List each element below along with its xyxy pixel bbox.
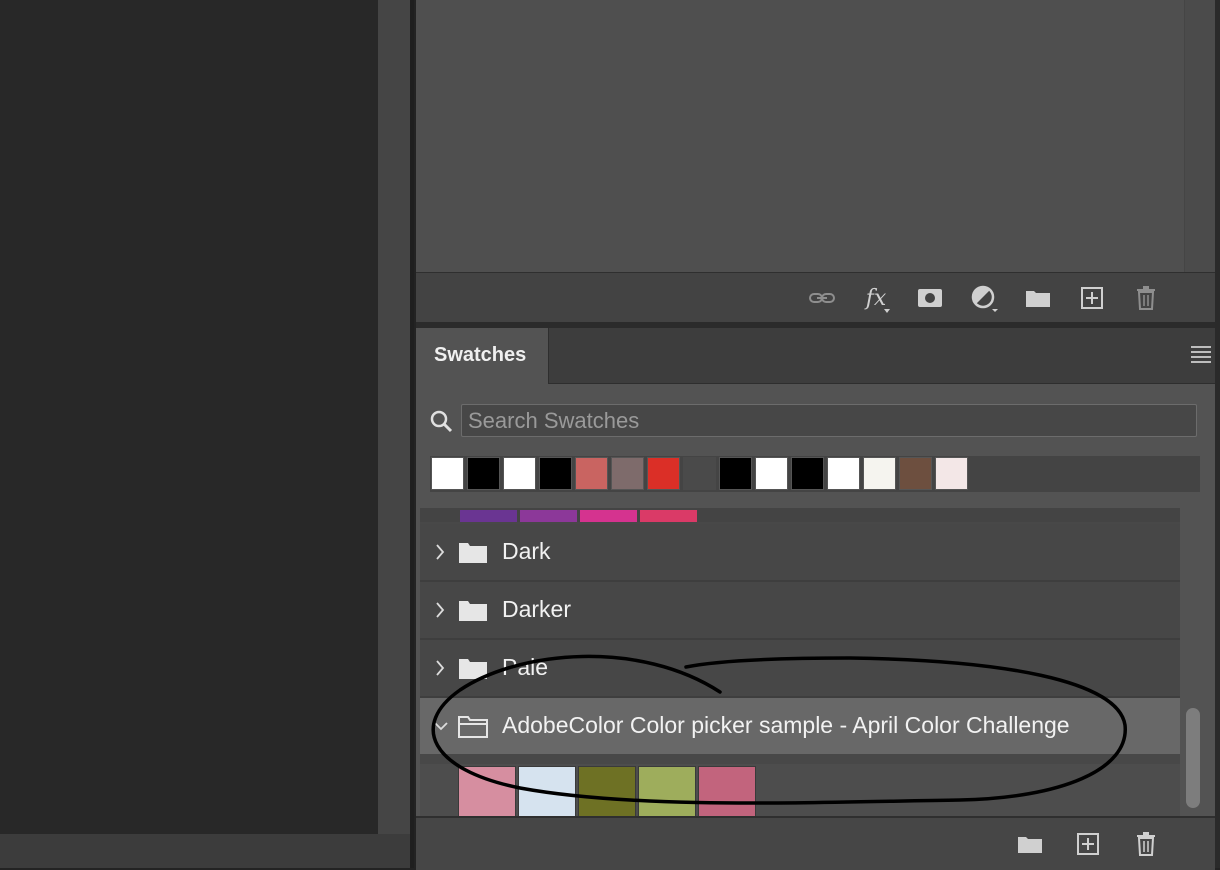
swatch-chip[interactable] [518,766,576,818]
swatch-chip[interactable] [458,766,516,818]
swatches-scrollbar[interactable] [1186,508,1200,814]
swatch-chip[interactable] [539,457,572,490]
swatch-chip[interactable] [647,457,680,490]
folder-icon[interactable] [1024,285,1052,311]
swatch-chip[interactable] [863,457,896,490]
swatch-chip[interactable] [827,457,860,490]
layers-footer-toolbar: fx [416,272,1215,323]
chevron-down-icon[interactable] [434,718,448,734]
panel-menu-icon[interactable] [1191,346,1211,363]
chevron-right-icon[interactable] [434,660,446,676]
scrollbar-thumb[interactable] [1186,708,1200,808]
trash-icon[interactable] [1132,285,1160,311]
swatch-chip[interactable] [580,510,637,522]
canvas-scrollbar-gutter [378,0,410,834]
expanded-group-swatches [420,764,1180,818]
swatch-chip[interactable] [640,510,697,522]
new-layer-icon[interactable] [1078,285,1106,311]
swatch-group-row[interactable]: AdobeColor Color picker sample - April C… [420,698,1180,754]
document-canvas[interactable] [0,0,378,834]
layers-scrollbar[interactable] [1184,0,1215,272]
folder-open-icon [458,714,488,738]
swatch-group-label: Darker [502,596,572,622]
folder-icon [458,540,488,564]
swatch-group-label: AdobeColor Color picker sample - April C… [502,712,1070,738]
partial-swatches-row [420,508,1180,522]
swatch-group-row[interactable]: Darker [420,582,1180,640]
swatch-chip[interactable] [503,457,536,490]
swatches-footer-toolbar [416,816,1215,870]
swatch-chip[interactable] [467,457,500,490]
swatch-groups-list: Dark Darker Pale AdobeColor Color picker sa… [420,508,1180,818]
search-icon [430,410,454,434]
status-bar [0,834,410,868]
folder-icon [458,656,488,680]
search-swatches-input[interactable] [461,404,1197,437]
swatch-chip[interactable] [460,510,517,522]
panel-divider[interactable] [410,0,414,868]
panel-tab-strip: Swatches [416,328,1215,384]
delete-swatch-icon[interactable] [1132,830,1160,858]
layers-panel: fx [416,0,1215,323]
tab-swatches-label: Swatches [434,344,527,366]
chevron-right-icon[interactable] [434,602,446,618]
fx-label: fx [865,285,887,311]
swatch-chip[interactable] [683,457,716,490]
swatch-chip[interactable] [935,457,968,490]
mask-icon[interactable] [916,285,944,311]
swatch-chip[interactable] [719,457,752,490]
recent-swatches-row [430,456,1200,492]
window-edge [1215,0,1220,868]
swatches-panel: Swatches Dark Darker Pale AdobeColor Color … [416,328,1215,870]
swatch-group-row[interactable]: Dark [420,524,1180,582]
swatch-chip[interactable] [575,457,608,490]
chevron-right-icon[interactable] [434,544,446,560]
swatch-chip[interactable] [638,766,696,818]
swatch-chip[interactable] [578,766,636,818]
swatch-chip[interactable] [899,457,932,490]
swatch-chip[interactable] [791,457,824,490]
new-group-folder-icon[interactable] [1016,830,1044,858]
folder-icon [458,598,488,622]
swatch-chip[interactable] [431,457,464,490]
tab-swatches[interactable]: Swatches [416,328,549,384]
swatch-group-row[interactable]: Pale [420,640,1180,698]
swatch-chip[interactable] [755,457,788,490]
adjustment-icon[interactable] [970,285,998,312]
swatch-chip[interactable] [698,766,756,818]
swatch-chip[interactable] [520,510,577,522]
swatch-group-label: Dark [502,538,551,564]
swatch-group-label: Pale [502,654,549,680]
link-icon[interactable] [808,285,836,311]
new-swatch-icon[interactable] [1074,830,1102,858]
fx-icon[interactable]: fx [862,285,890,313]
swatch-chip[interactable] [611,457,644,490]
